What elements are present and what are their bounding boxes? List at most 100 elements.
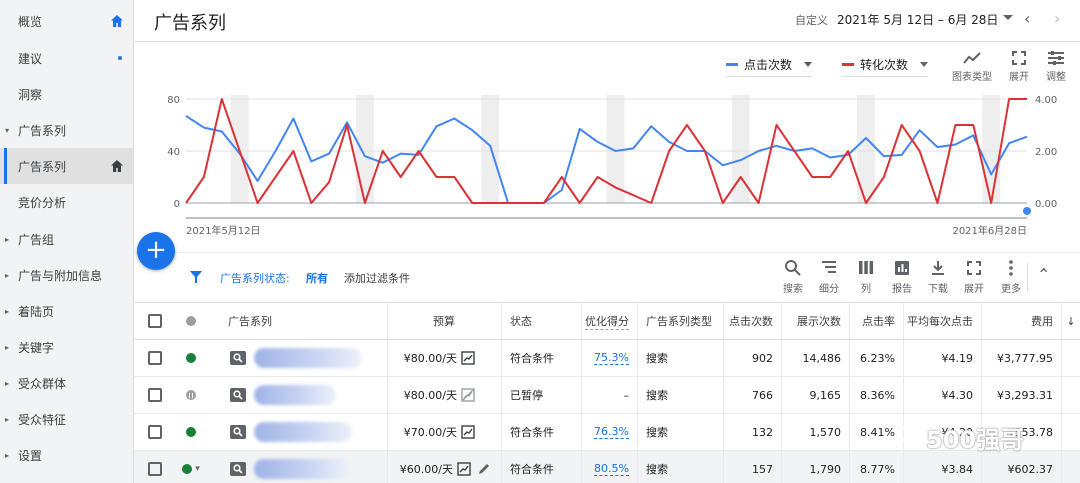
column-header-opt-score[interactable]: 优化得分 — [582, 303, 638, 339]
download-tool-button[interactable]: 下载 — [920, 259, 956, 295]
row-checkbox[interactable] — [148, 425, 162, 439]
column-header-status[interactable]: 状态 — [502, 303, 582, 339]
page-header: 广告系列 自定义 2021年 5月 12日 – 6月 28日 ‹ › — [134, 0, 1080, 42]
column-header-campaign[interactable]: 广告系列 — [206, 303, 388, 339]
column-header-type[interactable]: 广告系列类型 — [638, 303, 724, 339]
optimization-score-cell[interactable]: 80.5% — [582, 451, 638, 483]
sidebar-item[interactable]: ▸ 着陆页 — [0, 293, 134, 329]
next-period-button[interactable]: › — [1054, 9, 1060, 28]
columns-tool-button[interactable]: 列 — [848, 259, 884, 295]
enabled-status-icon[interactable] — [182, 464, 193, 474]
adjust-chart-button[interactable]: 调整 — [1036, 50, 1076, 83]
select-all-checkbox[interactable] — [148, 314, 162, 328]
row-select-cell[interactable] — [134, 414, 176, 450]
column-header-impressions[interactable]: 展示次数 — [782, 303, 850, 339]
paused-status-icon[interactable] — [186, 390, 196, 400]
redacted-campaign-name[interactable] — [254, 385, 336, 405]
segment-tool-button[interactable]: 细分 — [811, 259, 847, 295]
column-header-avg-cpc[interactable]: 平均每次点击 — [904, 303, 982, 339]
column-header-clicks[interactable]: 点击次数 — [724, 303, 782, 339]
table-row[interactable]: ▾ ¥60.00/天 符合条件 80.5% 搜索 157 1,790 8.77% ¥3.84 ¥6… — [134, 451, 1080, 483]
row-checkbox[interactable] — [148, 462, 162, 476]
enabled-status-icon[interactable] — [186, 427, 196, 437]
filter-status-value[interactable]: 所有 — [306, 270, 328, 286]
filter-status-label[interactable]: 广告系列状态: — [220, 270, 290, 286]
budget-chart-disabled-icon[interactable] — [461, 388, 475, 402]
series2-selector[interactable]: 转化次数 — [842, 54, 929, 77]
sort-arrow-cell[interactable]: ↓ — [1062, 303, 1080, 339]
series1-label: 点击次数 — [744, 57, 793, 72]
campaign-name-cell[interactable] — [206, 340, 388, 376]
sidebar-item[interactable]: ▸ 关键字 — [0, 329, 134, 365]
series1-selector[interactable]: 点击次数 — [726, 54, 813, 77]
table-row[interactable]: ¥80.00/天 符合条件 75.3% 搜索 902 14,486 6.23% ¥4.19 ¥3… — [134, 340, 1080, 377]
expand-chart-button[interactable]: 展开 — [999, 50, 1039, 83]
campaign-name-cell[interactable] — [206, 377, 388, 413]
campaign-name-cell[interactable] — [206, 451, 388, 483]
budget-cell[interactable]: ¥70.00/天 — [388, 414, 502, 450]
search-tool-button[interactable]: 搜索 — [775, 259, 811, 295]
budget-chart-icon[interactable] — [461, 351, 475, 365]
row-status-cell[interactable] — [176, 340, 206, 376]
ctr-value: 6.23% — [860, 351, 895, 365]
expand-tool-button[interactable]: 展开 — [956, 259, 992, 295]
row-checkbox[interactable] — [148, 351, 162, 365]
sidebar-item[interactable]: ▾ 广告系列 — [0, 112, 134, 148]
optimization-score-cell[interactable]: – — [582, 377, 638, 413]
collapse-icon[interactable]: ⌃ — [1037, 265, 1050, 284]
sidebar-item[interactable]: 竞价分析 — [0, 184, 134, 220]
sidebar-item[interactable]: 建议 — [0, 40, 134, 76]
table-row[interactable]: ¥80.00/天 已暂停 – 搜索 766 9,165 8.36% ¥4.30 ¥3,293.3… — [134, 377, 1080, 414]
previous-period-button[interactable]: ‹ — [1024, 9, 1030, 28]
optimization-score-cell[interactable]: 76.3% — [582, 414, 638, 450]
sidebar-item[interactable]: ▸ 设置 — [0, 437, 134, 473]
sidebar-item[interactable]: 概览 — [0, 3, 134, 39]
edit-pencil-icon[interactable] — [477, 462, 491, 476]
budget-cell[interactable]: ¥60.00/天 — [388, 451, 502, 483]
filter-icon[interactable] — [189, 270, 203, 284]
more-tool-button[interactable]: 更多 — [993, 259, 1029, 295]
redacted-campaign-name[interactable] — [254, 422, 352, 442]
chart-type-button[interactable]: 图表类型 — [950, 50, 994, 83]
column-header-label: 广告系列 — [228, 315, 272, 328]
add-filter-button[interactable]: 添加过滤条件 — [344, 270, 410, 286]
sidebar-item[interactable]: ▸ 受众群体 — [0, 365, 134, 401]
sidebar-item[interactable]: ▸ 广告组 — [0, 221, 134, 257]
column-header-budget[interactable]: 预算 — [388, 303, 502, 339]
row-status-cell[interactable]: ▾ — [176, 451, 206, 483]
add-campaign-button[interactable]: + — [137, 232, 175, 270]
budget-chart-icon[interactable] — [461, 425, 475, 439]
sidebar-item[interactable]: ▸ 受众特征 — [0, 401, 134, 437]
row-select-cell[interactable] — [134, 377, 176, 413]
row-status-cell[interactable] — [176, 377, 206, 413]
column-header-ctr[interactable]: 点击率 — [850, 303, 904, 339]
budget-cell[interactable]: ¥80.00/天 — [388, 377, 502, 413]
right-axis-tick: 2.00 — [1035, 147, 1057, 158]
campaign-name-cell[interactable] — [206, 414, 388, 450]
sidebar-item[interactable]: ▸ 广告与附加信息 — [0, 257, 134, 293]
sidebar-item-label: 广告系列 — [18, 159, 67, 174]
status-text: 符合条件 — [510, 426, 554, 439]
budget-chart-icon[interactable] — [457, 462, 471, 476]
row-select-cell[interactable] — [134, 451, 176, 483]
enabled-status-icon[interactable] — [186, 353, 196, 363]
select-all-cell[interactable] — [134, 303, 176, 339]
campaign-type-cell: 搜索 — [638, 414, 724, 450]
budget-cell[interactable]: ¥80.00/天 — [388, 340, 502, 376]
row-status-cell[interactable] — [176, 414, 206, 450]
row-checkbox[interactable] — [148, 388, 162, 402]
row-select-cell[interactable] — [134, 340, 176, 376]
search-campaign-icon — [230, 425, 246, 439]
sidebar-item[interactable]: 洞察 — [0, 76, 134, 112]
optimization-score-cell[interactable]: 75.3% — [582, 340, 638, 376]
status-text: 已暂停 — [510, 389, 543, 402]
report-tool-button[interactable]: 报告 — [884, 259, 920, 295]
date-range-picker[interactable]: 2021年 5月 12日 – 6月 28日 — [837, 11, 998, 28]
redacted-campaign-name[interactable] — [254, 459, 350, 479]
chevron-down-icon[interactable] — [1003, 15, 1013, 20]
redacted-campaign-name[interactable] — [254, 348, 362, 368]
page-title: 广告系列 — [154, 13, 226, 34]
column-header-cost[interactable]: 费用 — [982, 303, 1062, 339]
download-icon — [932, 261, 944, 275]
sidebar-item[interactable]: 广告系列 — [0, 148, 134, 184]
